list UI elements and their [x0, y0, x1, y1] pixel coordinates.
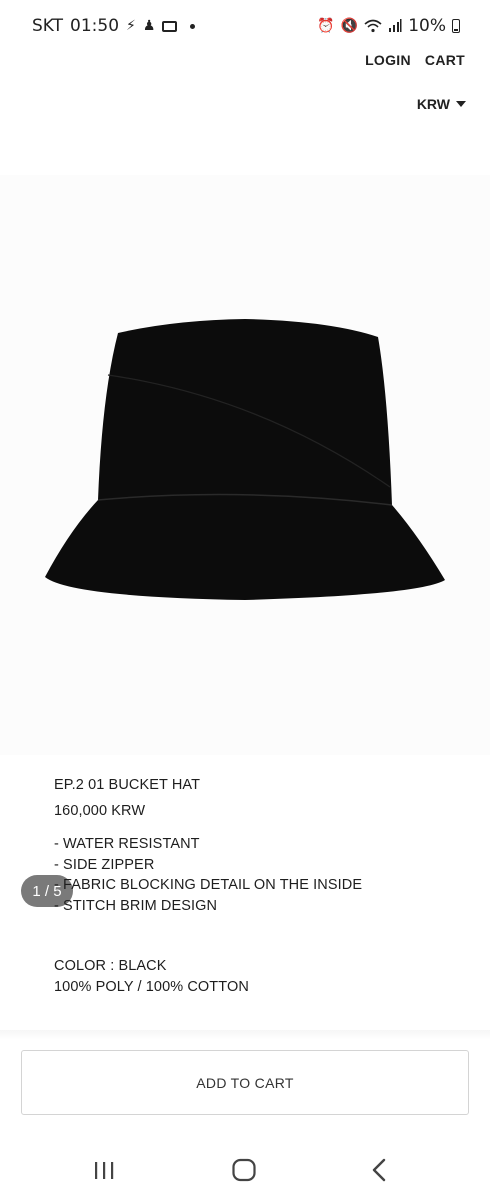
status-bar: SKT 01:50 ⚡ ♟ ⏰ 🔇 10% [0, 0, 490, 52]
status-right: ⏰ 🔇 10% [317, 16, 460, 36]
carrier-label: SKT [32, 16, 64, 36]
dot-icon [190, 23, 196, 29]
add-to-cart-button[interactable]: ADD TO CART [21, 1050, 469, 1115]
product-info: EP.2 01 BUCKET HAT 160,000 KRW - WATER R… [54, 777, 362, 997]
product-material: 100% POLY / 100% COTTON [54, 978, 249, 995]
notification-icon: ♟ [142, 18, 156, 34]
system-nav-bar [0, 1140, 490, 1200]
battery-icon [452, 19, 460, 33]
lightning-icon: ⚡ [126, 18, 136, 34]
wifi-icon [364, 19, 382, 33]
battery-percent: 10% [408, 16, 446, 36]
product-name: EP.2 01 BUCKET HAT [54, 777, 201, 793]
alarm-icon: ⏰ [317, 18, 335, 34]
product-image-gallery[interactable]: 1 / 5 [0, 175, 490, 907]
feature-item: - FABRIC BLOCKING DETAIL ON THE INSIDE [54, 877, 363, 893]
login-link[interactable]: LOGIN [365, 52, 411, 68]
recents-icon[interactable] [84, 1154, 124, 1186]
mute-icon: 🔇 [340, 18, 359, 34]
feature-item: - WATER RESISTANT [54, 836, 200, 852]
bucket-hat-image [45, 319, 445, 600]
feature-item: - STITCH BRIM DESIGN [54, 897, 218, 914]
spec-block: COLOR : BLACK 100% POLY / 100% COTTON [54, 956, 362, 997]
cart-link[interactable]: CART [425, 52, 465, 68]
feature-list: - WATER RESISTANT - SIDE ZIPPER - FABRIC… [54, 834, 362, 916]
caret-down-icon [456, 101, 466, 107]
product-color: COLOR : BLACK [54, 958, 167, 974]
back-icon[interactable] [360, 1154, 400, 1186]
status-left: SKT 01:50 ⚡ ♟ [32, 16, 196, 36]
signal-icon [389, 19, 402, 32]
feature-item: - SIDE ZIPPER [54, 856, 155, 873]
top-nav: LOGIN CART [365, 52, 465, 68]
card-icon [162, 20, 178, 32]
home-icon[interactable] [224, 1154, 264, 1186]
currency-label: KRW [416, 96, 450, 112]
currency-selector[interactable]: KRW [417, 96, 466, 112]
divider [0, 1030, 490, 1040]
product-price: 160,000 KRW [54, 803, 146, 819]
clock: 01:50 [70, 16, 120, 36]
